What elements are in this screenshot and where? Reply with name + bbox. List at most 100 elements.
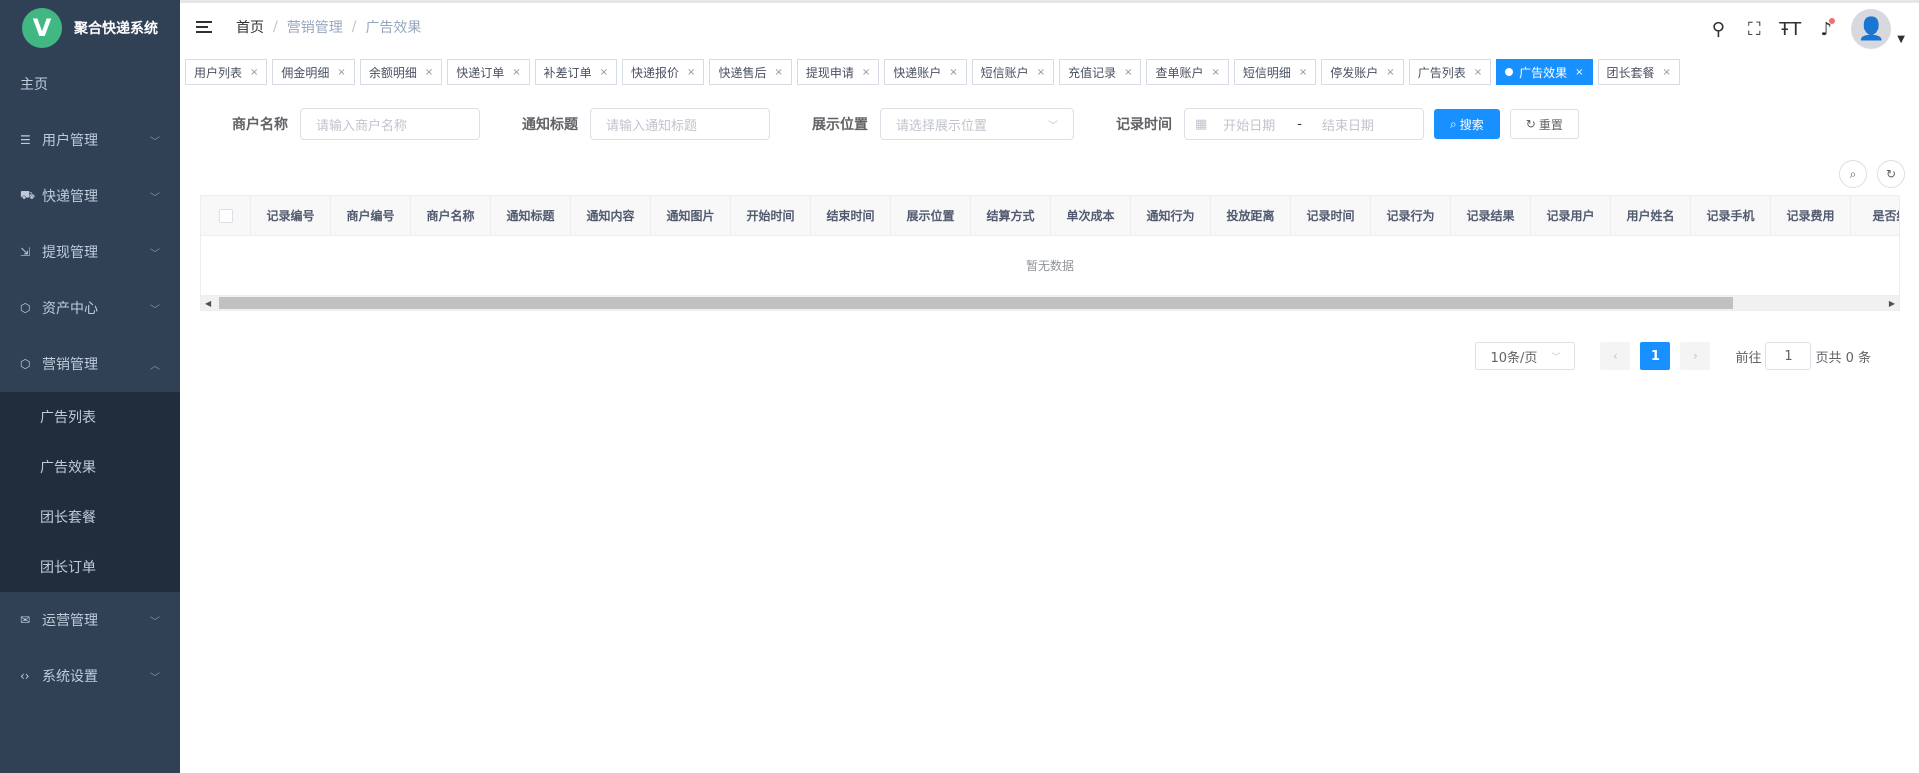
column-header: 记录用户 [1531, 196, 1611, 235]
column-header: 通知图片 [651, 196, 731, 235]
toggle-search-button[interactable]: ⌕ [1839, 160, 1867, 188]
date-range-picker[interactable]: ▦ 开始日期 - 结束日期 [1184, 108, 1424, 140]
close-icon[interactable]: × [1211, 67, 1219, 78]
tag-item[interactable]: 余额明细 × [359, 59, 443, 85]
tag-item[interactable]: 补差订单 × [534, 59, 618, 85]
refresh-button[interactable]: ↻ [1877, 160, 1905, 188]
breadcrumb-home[interactable]: 首页 [236, 17, 264, 37]
tag-label: 短信账户 [980, 65, 1029, 80]
tag-item[interactable]: 短信明细 × [1233, 59, 1317, 85]
sidebar-item-leader-package[interactable]: 团长套餐 [0, 492, 180, 542]
close-icon[interactable]: × [862, 67, 870, 78]
close-icon[interactable]: × [774, 67, 782, 78]
close-icon[interactable]: × [687, 67, 695, 78]
tag-item[interactable]: 短信账户 × [971, 59, 1055, 85]
search-icon[interactable]: ⚲ [1707, 19, 1729, 40]
close-icon[interactable]: × [1575, 67, 1583, 78]
merchant-name-placeholder: 请输入商户名称 [316, 118, 408, 134]
chevron-down-icon: ﹀ [150, 136, 160, 148]
tag-label: 快递订单 [456, 65, 505, 80]
column-header: 开始时间 [731, 196, 811, 235]
sidebar-item-home[interactable]: 主页 [0, 56, 180, 112]
empty-text: 暂无数据 [1025, 259, 1074, 273]
sidebar-item-settings[interactable]: ‹› 系统设置 ﹀ [0, 648, 180, 704]
close-icon[interactable]: × [1663, 67, 1671, 78]
search-button[interactable]: ⌕ 搜索 [1434, 109, 1500, 139]
logo[interactable]: V 聚合快递系统 [0, 0, 180, 56]
column-header: 结算方式 [971, 196, 1051, 235]
tag-label: 团长套餐 [1606, 65, 1655, 80]
close-icon[interactable]: × [949, 67, 957, 78]
close-icon[interactable]: × [512, 67, 520, 78]
fullscreen-icon[interactable]: ⛶ [1743, 19, 1765, 40]
sidebar-item-users[interactable]: ☰ 用户管理 ﹀ [0, 112, 180, 168]
tag-item[interactable]: 快递售后 × [709, 59, 792, 85]
sidebar-item-withdraw[interactable]: ⇲ 提现管理 ﹀ [0, 224, 180, 280]
scrollbar-thumb[interactable] [219, 297, 1733, 309]
goto-page-input[interactable]: 1 [1765, 342, 1812, 370]
breadcrumb-current: 广告效果 [365, 19, 422, 36]
tag-label: 余额明细 [368, 65, 417, 80]
tag-item[interactable]: 快递报价 × [622, 59, 705, 85]
tag-item[interactable]: 广告列表 × [1408, 59, 1492, 85]
next-page-button[interactable]: › [1680, 342, 1711, 370]
horizontal-scrollbar[interactable]: ◀ ▶ [201, 296, 1899, 310]
merchant-name-input[interactable]: 请输入商户名称 [300, 108, 480, 140]
close-icon[interactable]: × [1474, 67, 1482, 78]
reset-button[interactable]: ↻ 重置 [1509, 109, 1579, 139]
sidebar-item-marketing[interactable]: ⬡ 营销管理 ︿ [0, 336, 180, 392]
tag-item[interactable]: 停发账户 × [1321, 59, 1404, 85]
breadcrumb-separator: / [351, 18, 357, 35]
column-header: 是否结 [1851, 196, 1899, 235]
close-icon[interactable]: × [1299, 67, 1307, 78]
notice-title-input[interactable]: 请输入通知标题 [590, 108, 770, 140]
sidebar-item-ad-list[interactable]: 广告列表 [0, 392, 180, 442]
column-header: 投放距离 [1211, 196, 1291, 235]
scroll-right-icon[interactable]: ▶ [1889, 299, 1895, 308]
caret-down-icon[interactable]: ▼ [1897, 34, 1905, 45]
search-icon: ⌕ [1450, 116, 1457, 131]
tag-label: 用户列表 [194, 65, 243, 80]
chevron-down-icon: ﹀ [150, 616, 160, 628]
tag-label: 充值记录 [1068, 65, 1117, 80]
tag-item[interactable]: 佣金明细 × [272, 59, 355, 85]
tag-item[interactable]: 提现申请 × [796, 59, 880, 85]
page-number-current[interactable]: 1 [1640, 342, 1671, 370]
tag-label: 查单账户 [1155, 65, 1204, 80]
column-header: 商户编号 [331, 196, 411, 235]
close-icon[interactable]: × [337, 67, 345, 78]
position-select[interactable]: 请选择展示位置 ﹀ [880, 108, 1074, 140]
sidebar-item-assets[interactable]: ⬡ 资产中心 ﹀ [0, 280, 180, 336]
refresh-icon: ↻ [1885, 167, 1897, 181]
tag-item[interactable]: 团长套餐 × [1597, 59, 1680, 85]
column-header: 展示位置 [891, 196, 971, 235]
tag-label: 快递账户 [893, 65, 942, 80]
sidebar-item-express[interactable]: ⛟ 快递管理 ﹀ [0, 168, 180, 224]
tag-item[interactable]: 查单账户 × [1146, 59, 1229, 85]
tag-item[interactable]: 用户列表 × [185, 59, 268, 85]
page-size-select[interactable]: 10条/页 ﹀ [1475, 342, 1576, 370]
tag-item[interactable]: 广告效果 × [1496, 59, 1593, 85]
close-icon[interactable]: × [1386, 67, 1394, 78]
close-icon[interactable]: × [1124, 67, 1132, 78]
close-icon[interactable]: × [600, 67, 608, 78]
font-size-icon[interactable]: ŦT [1779, 19, 1801, 40]
sidebar-item-ad-effect[interactable]: 广告效果 [0, 442, 180, 492]
close-icon[interactable]: × [425, 67, 433, 78]
close-icon[interactable]: × [250, 67, 258, 78]
avatar[interactable]: 👤 [1851, 9, 1892, 49]
breadcrumb-marketing[interactable]: 营销管理 [287, 17, 343, 37]
tag-item[interactable]: 快递账户 × [884, 59, 967, 85]
sidebar-item-label: 系统设置 [42, 669, 98, 685]
hamburger-icon[interactable] [196, 18, 216, 36]
prev-page-button[interactable]: ‹ [1600, 342, 1631, 370]
tag-item[interactable]: 快递订单 × [447, 59, 530, 85]
select-all-checkbox[interactable] [218, 208, 233, 223]
column-header: 记录编号 [251, 196, 331, 235]
scroll-left-icon[interactable]: ◀ [205, 299, 211, 308]
close-icon[interactable]: × [1037, 67, 1045, 78]
tag-item[interactable]: 充值记录 × [1059, 59, 1142, 85]
sidebar-item-leader-orders[interactable]: 团长订单 [0, 542, 180, 592]
bell-icon[interactable]: ♪ [1815, 17, 1837, 40]
sidebar-item-operations[interactable]: ✉ 运营管理 ﹀ [0, 592, 180, 648]
